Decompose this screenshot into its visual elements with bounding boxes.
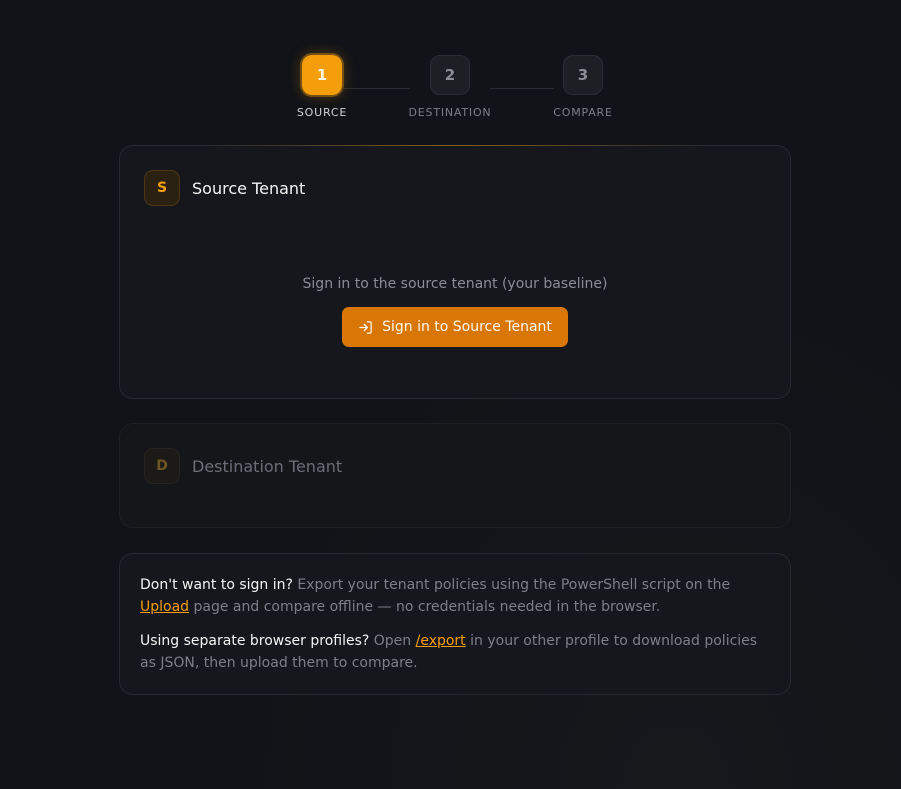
offline-upload-hint: Don't want to sign in? Export your tenan… xyxy=(140,574,770,618)
step-destination-label: DESTINATION xyxy=(408,106,492,119)
step-source[interactable]: 1 SOURCE xyxy=(272,55,372,119)
source-tenant-card: S Source Tenant Sign in to the source te… xyxy=(119,145,791,399)
source-badge: S xyxy=(144,170,180,206)
export-profile-hint: Using separate browser profiles? Open /e… xyxy=(140,630,770,674)
step-compare[interactable]: 3 COMPARE xyxy=(533,55,633,119)
source-card-header: S Source Tenant xyxy=(144,170,305,206)
step-destination-number: 2 xyxy=(430,55,470,95)
offline-info-card: Don't want to sign in? Export your tenan… xyxy=(119,553,791,695)
destination-badge: D xyxy=(144,448,180,484)
stepper: 1 SOURCE 2 DESTINATION 3 COMPARE xyxy=(0,55,901,125)
export-profile-hint-lead: Using separate browser profiles? xyxy=(140,633,370,649)
step-compare-number: 3 xyxy=(563,55,603,95)
export-profile-hint-text-before: Open xyxy=(369,633,416,649)
source-card-body: Sign in to the source tenant (your basel… xyxy=(120,276,790,347)
step-destination[interactable]: 2 DESTINATION xyxy=(400,55,500,119)
source-card-title: Source Tenant xyxy=(192,178,306,198)
tenant-compare-page: 1 SOURCE 2 DESTINATION 3 COMPARE S Sourc… xyxy=(0,0,901,789)
destination-card-title: Destination Tenant xyxy=(192,456,343,476)
offline-upload-hint-text-before: Export your tenant policies using the Po… xyxy=(292,577,731,593)
destination-tenant-card: D Destination Tenant xyxy=(119,423,791,528)
upload-link[interactable]: Upload xyxy=(140,599,189,615)
sign-in-icon xyxy=(359,320,372,334)
step-compare-label: COMPARE xyxy=(553,106,613,119)
sign-in-source-button-label: Sign in to Source Tenant xyxy=(382,319,552,335)
step-source-label: SOURCE xyxy=(296,106,348,119)
step-source-number: 1 xyxy=(302,55,342,95)
offline-upload-hint-text-after: page and compare offline — no credential… xyxy=(189,599,661,615)
offline-upload-hint-lead: Don't want to sign in? xyxy=(140,577,293,593)
export-link[interactable]: /export xyxy=(416,633,466,649)
destination-card-header: D Destination Tenant xyxy=(144,448,342,484)
source-description: Sign in to the source tenant (your basel… xyxy=(302,276,608,292)
sign-in-source-button[interactable]: Sign in to Source Tenant xyxy=(342,307,568,347)
